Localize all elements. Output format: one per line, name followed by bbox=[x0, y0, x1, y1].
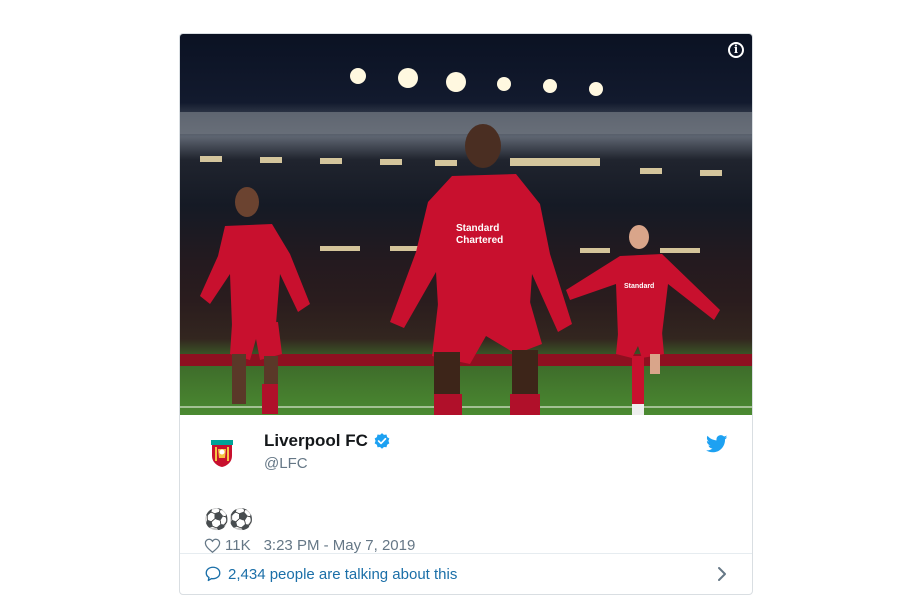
like-count[interactable]: 11K bbox=[225, 537, 251, 554]
timestamp[interactable]: 3:23 PM - May 7, 2019 bbox=[264, 537, 416, 554]
sponsor-text-3: Standard bbox=[624, 283, 654, 290]
info-icon[interactable]: i bbox=[728, 42, 744, 58]
avatar[interactable] bbox=[204, 435, 240, 471]
display-name[interactable]: Liverpool FC bbox=[264, 431, 368, 451]
lfc-crest-icon bbox=[211, 440, 233, 467]
tweet-author[interactable]: Liverpool FC @LFC bbox=[204, 415, 728, 491]
chevron-right-icon[interactable] bbox=[716, 566, 728, 582]
handle[interactable]: @LFC bbox=[264, 455, 391, 472]
tweet-embed-card[interactable]: Standard Chartered Standard i Liverpool … bbox=[179, 33, 753, 595]
comment-bubble-icon bbox=[205, 566, 221, 582]
twitter-bird-icon[interactable] bbox=[706, 435, 728, 453]
sponsor-text: Standard bbox=[456, 223, 499, 234]
verified-badge-icon bbox=[374, 433, 390, 449]
celebration-photo: Standard Chartered Standard bbox=[180, 68, 752, 415]
conversation-link[interactable]: 2,434 people are talking about this bbox=[180, 553, 752, 594]
sponsor-text-2: Chartered bbox=[456, 235, 503, 246]
tweet-text: ⚽⚽ bbox=[204, 508, 254, 531]
heart-icon[interactable] bbox=[204, 537, 221, 554]
tweet-photo[interactable]: Standard Chartered Standard i bbox=[180, 34, 752, 415]
talking-count[interactable]: 2,434 people are talking about this bbox=[228, 566, 716, 583]
